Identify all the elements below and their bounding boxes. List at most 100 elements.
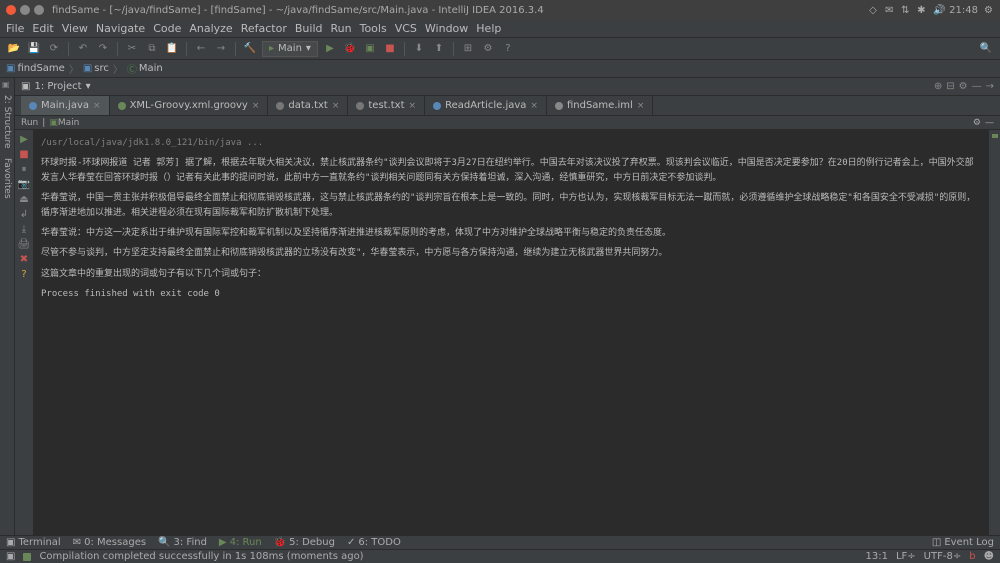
clear-icon[interactable]: ✖ <box>20 254 28 265</box>
open-icon[interactable]: 📂 <box>6 41 22 57</box>
lock-icon[interactable]: b <box>969 551 975 562</box>
close-tab-icon[interactable]: × <box>409 101 417 111</box>
tab-xml-groovy[interactable]: XML-Groovy.xml.groovy× <box>110 96 269 115</box>
dock-icon[interactable]: → <box>986 81 994 92</box>
window-controls <box>6 5 44 15</box>
structure-tool-tab[interactable]: 2: Structure <box>1 91 13 153</box>
help-icon[interactable]: ? <box>21 269 26 280</box>
toolwin-toggle-icon[interactable]: ▣ <box>6 551 15 562</box>
console-output[interactable]: /usr/local/java/jdk1.8.0_121/bin/java ..… <box>33 130 988 535</box>
stop-icon[interactable]: ■ <box>382 41 398 57</box>
exit-icon[interactable]: ⏏ <box>19 194 28 205</box>
menu-view[interactable]: View <box>62 22 88 35</box>
sync-icon[interactable]: ⟳ <box>46 41 62 57</box>
close-tab-icon[interactable]: × <box>252 101 260 111</box>
paste-icon[interactable]: 📋 <box>164 41 180 57</box>
volume-icon[interactable]: 🔊 <box>933 5 943 15</box>
search-everywhere-icon[interactable]: 🔍 <box>978 41 994 57</box>
help-icon[interactable]: ? <box>500 41 516 57</box>
close-window-button[interactable] <box>6 5 16 15</box>
scroll-to-end-icon[interactable]: ⤓ <box>22 224 26 235</box>
tool-run[interactable]: ▶ 4: Run <box>219 537 262 548</box>
file-encoding[interactable]: UTF-8÷ <box>924 551 962 562</box>
forward-icon[interactable]: → <box>213 41 229 57</box>
favorites-tool-tab[interactable]: Favorites <box>1 154 13 203</box>
dropbox-icon[interactable]: ◇ <box>869 5 879 15</box>
vcs-update-icon[interactable]: ⬇ <box>411 41 427 57</box>
maximize-window-button[interactable] <box>34 5 44 15</box>
menu-analyze[interactable]: Analyze <box>189 22 232 35</box>
tool-todo[interactable]: ✓ 6: TODO <box>347 537 401 548</box>
minimize-window-button[interactable] <box>20 5 30 15</box>
chevron-down-icon[interactable]: ▾ <box>86 81 91 92</box>
save-icon[interactable]: 💾 <box>26 41 42 57</box>
event-log[interactable]: ◫ Event Log <box>932 537 994 548</box>
redo-icon[interactable]: ↷ <box>95 41 111 57</box>
menu-vcs[interactable]: VCS <box>395 22 417 35</box>
project-tool-icon[interactable]: ▣ <box>2 80 12 90</box>
menu-tools[interactable]: Tools <box>360 22 387 35</box>
debug-icon[interactable]: 🐞 <box>342 41 358 57</box>
close-tab-icon[interactable]: × <box>637 101 645 111</box>
pause-output-icon[interactable]: ⏸ <box>22 164 27 175</box>
run-tab-label[interactable]: Run <box>21 118 38 128</box>
build-icon[interactable]: 🔨 <box>242 41 258 57</box>
run-configuration-selector[interactable]: ▸ Main ▾ <box>262 41 318 57</box>
menu-refactor[interactable]: Refactor <box>241 22 287 35</box>
tool-find[interactable]: 🔍 3: Find <box>158 537 207 548</box>
undo-icon[interactable]: ↶ <box>75 41 91 57</box>
gear-icon[interactable]: ⚙ <box>973 118 981 128</box>
messages-icon[interactable]: ✉ <box>885 5 895 15</box>
structure-icon[interactable]: ⊞ <box>460 41 476 57</box>
line-separator[interactable]: LF÷ <box>896 551 916 562</box>
expand-icon[interactable]: ⊕ <box>934 81 942 92</box>
close-tab-icon[interactable]: × <box>93 101 101 111</box>
print-icon[interactable]: 🖨 <box>18 239 31 250</box>
run-icon[interactable]: ▶ <box>322 41 338 57</box>
tab-readarticle-java[interactable]: ReadArticle.java× <box>425 96 547 115</box>
run-session-name[interactable]: Main <box>58 118 80 128</box>
hide-panel-icon[interactable]: — <box>985 118 994 128</box>
menu-run[interactable]: Run <box>331 22 352 35</box>
menu-file[interactable]: File <box>6 22 24 35</box>
collapse-icon[interactable]: ⊟ <box>946 81 954 92</box>
menu-edit[interactable]: Edit <box>32 22 53 35</box>
vcs-commit-icon[interactable]: ⬆ <box>431 41 447 57</box>
wifi-icon[interactable]: ⇅ <box>901 5 911 15</box>
hector-icon[interactable]: ☻ <box>984 551 994 562</box>
soft-wrap-icon[interactable]: ↲ <box>20 209 28 220</box>
close-tab-icon[interactable]: × <box>530 101 538 111</box>
menu-window[interactable]: Window <box>425 22 468 35</box>
tool-terminal[interactable]: ▣ Terminal <box>6 537 61 548</box>
close-tab-icon[interactable]: × <box>332 101 340 111</box>
clock[interactable]: 21:48 <box>949 5 978 16</box>
menu-navigate[interactable]: Navigate <box>96 22 145 35</box>
tool-debug[interactable]: 🐞 5: Debug <box>274 537 335 548</box>
bluetooth-icon[interactable]: ✱ <box>917 5 927 15</box>
settings-gear-icon[interactable]: ⚙ <box>984 5 994 15</box>
tab-main-java[interactable]: Main.java× <box>21 96 110 115</box>
menu-code[interactable]: Code <box>153 22 181 35</box>
breadcrumb-file[interactable]: ⒸMain <box>127 61 163 76</box>
menu-help[interactable]: Help <box>476 22 501 35</box>
breadcrumb-root[interactable]: ▣findSame <box>6 63 65 74</box>
settings-icon[interactable]: ⚙ <box>480 41 496 57</box>
cut-icon[interactable]: ✂ <box>124 41 140 57</box>
cursor-position[interactable]: 13:1 <box>866 551 888 562</box>
dump-threads-icon[interactable]: 📷 <box>18 179 30 190</box>
copy-icon[interactable]: ⧉ <box>144 41 160 57</box>
tool-messages[interactable]: ✉ 0: Messages <box>73 537 146 548</box>
tab-test-txt[interactable]: test.txt× <box>348 96 425 115</box>
coverage-icon[interactable]: ▣ <box>362 41 378 57</box>
back-icon[interactable]: ← <box>193 41 209 57</box>
rerun-icon[interactable]: ▶ <box>20 134 28 145</box>
project-tool-label[interactable]: 1: Project <box>34 81 81 92</box>
breadcrumb-folder[interactable]: ▣src <box>83 63 109 74</box>
stop-process-icon[interactable]: ■ <box>19 149 28 160</box>
right-scrollbar-gutter[interactable] <box>988 130 1000 535</box>
gear-icon[interactable]: ⚙ <box>959 81 968 92</box>
menu-build[interactable]: Build <box>295 22 323 35</box>
hide-icon[interactable]: — <box>972 81 982 92</box>
tab-findsame-iml[interactable]: findSame.iml× <box>547 96 653 115</box>
tab-data-txt[interactable]: data.txt× <box>268 96 348 115</box>
